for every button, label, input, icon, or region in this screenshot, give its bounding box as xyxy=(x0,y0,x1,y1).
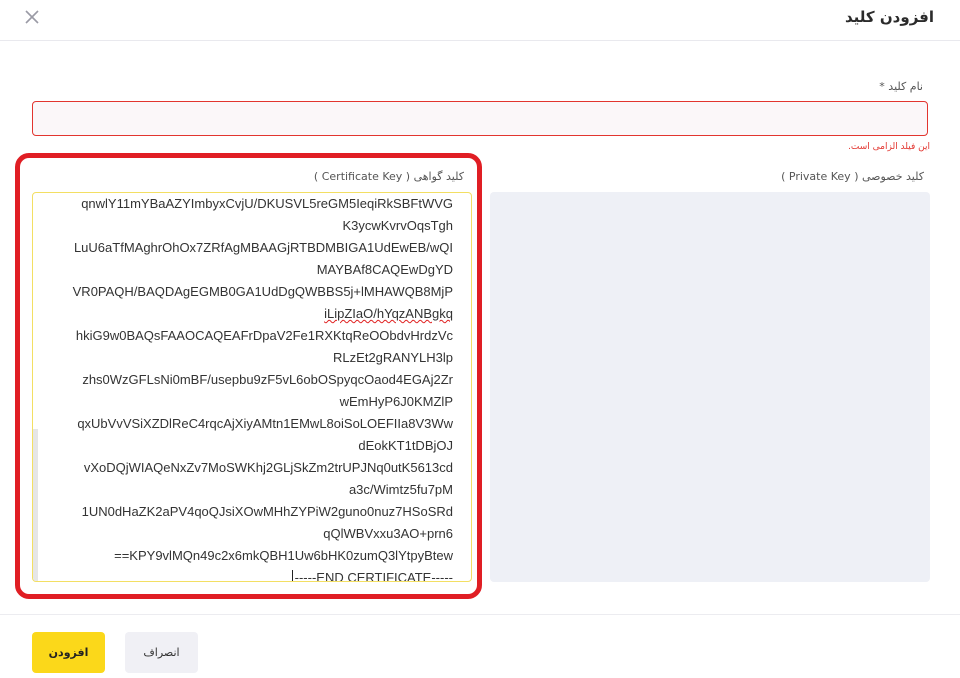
dialog-header: افزودن کلید xyxy=(0,0,960,41)
cert-line: a3c/Wimtz5fu7pM xyxy=(348,482,453,497)
cert-line: vXoDQjWIAQeNxZv7MoSWKhj2GLjSkZm2trUPJNq0… xyxy=(83,460,453,475)
cert-line: hkiG9w0BAQsFAAOCAQEAFrDpaV2Fe1RXKtqReOOb… xyxy=(75,328,453,343)
private-key-label: کلید خصوصی ( Private Key ) xyxy=(781,170,924,183)
cert-line-last: -----END CERTIFICATE----- xyxy=(33,567,453,582)
close-icon[interactable] xyxy=(21,6,43,28)
key-name-input[interactable] xyxy=(32,101,928,136)
cert-line: RLzEt2gRANYLH3lp xyxy=(333,350,453,365)
cert-line: wEmHyP6J0KMZlP xyxy=(339,394,453,409)
dialog-title: افزودن کلید xyxy=(845,8,934,26)
cancel-button[interactable]: انصراف xyxy=(125,632,198,673)
certificate-key-content: qnwlY11mYBaAZYImbyxCvjU/DKUSVL5reGM5Ieqi… xyxy=(33,193,453,582)
cert-line: qxUbVvVSiXZDlReC4rqcAjXiyAMtn1EMwL8oiSoL… xyxy=(77,416,453,431)
cert-line-end: -----END CERTIFICATE----- xyxy=(294,570,453,582)
cert-line: LuU6aTfMAghrOhOx7ZRfAgMBAAGjRTBDMBIGA1Ud… xyxy=(73,240,453,255)
cert-line: iLipZIaO/hYqzANBgkq xyxy=(324,306,453,321)
cert-line: qnwlY11mYBaAZYImbyxCvjU/DKUSVL5reGM5Ieqi… xyxy=(81,196,453,211)
cert-line: qQlWBVxxu3AO+prn6 xyxy=(323,526,453,541)
cert-line: zhs0WzGFLsNi0mBF/usepbu9zF5vL6obOSpyqcOa… xyxy=(82,372,453,387)
cert-line: ==KPY9vlMQn49c2x6mkQBH1Uw6bHK0zumQ3lYtpy… xyxy=(114,548,453,563)
cert-line: dEokKT1tDBjOJ xyxy=(358,438,453,453)
add-button[interactable]: افزودن xyxy=(32,632,105,673)
private-key-textarea[interactable] xyxy=(490,192,930,582)
certificate-key-label: کلید گواهی ( Certificate Key ) xyxy=(313,170,464,183)
cert-line: MAYBAf8CAQEwDgYD xyxy=(316,262,453,277)
cert-line: K3ycwKvrvOqsTgh xyxy=(342,218,453,233)
cert-line: VR0PAQH/BAQDAgEGMB0GA1UdDgQWBBS5j+lMHAWQ… xyxy=(72,284,453,299)
footer-divider xyxy=(0,614,960,615)
key-name-label: نام کلید * xyxy=(879,80,923,93)
key-name-error: این فیلد الزامی است. xyxy=(848,142,930,152)
cert-line: 1UN0dHaZK2aPV4qoQJsiXOwMHhZYPiW2guno0nuz… xyxy=(81,504,453,519)
text-caret xyxy=(291,570,293,581)
certificate-key-textarea[interactable]: qnwlY11mYBaAZYImbyxCvjU/DKUSVL5reGM5Ieqi… xyxy=(32,192,472,582)
